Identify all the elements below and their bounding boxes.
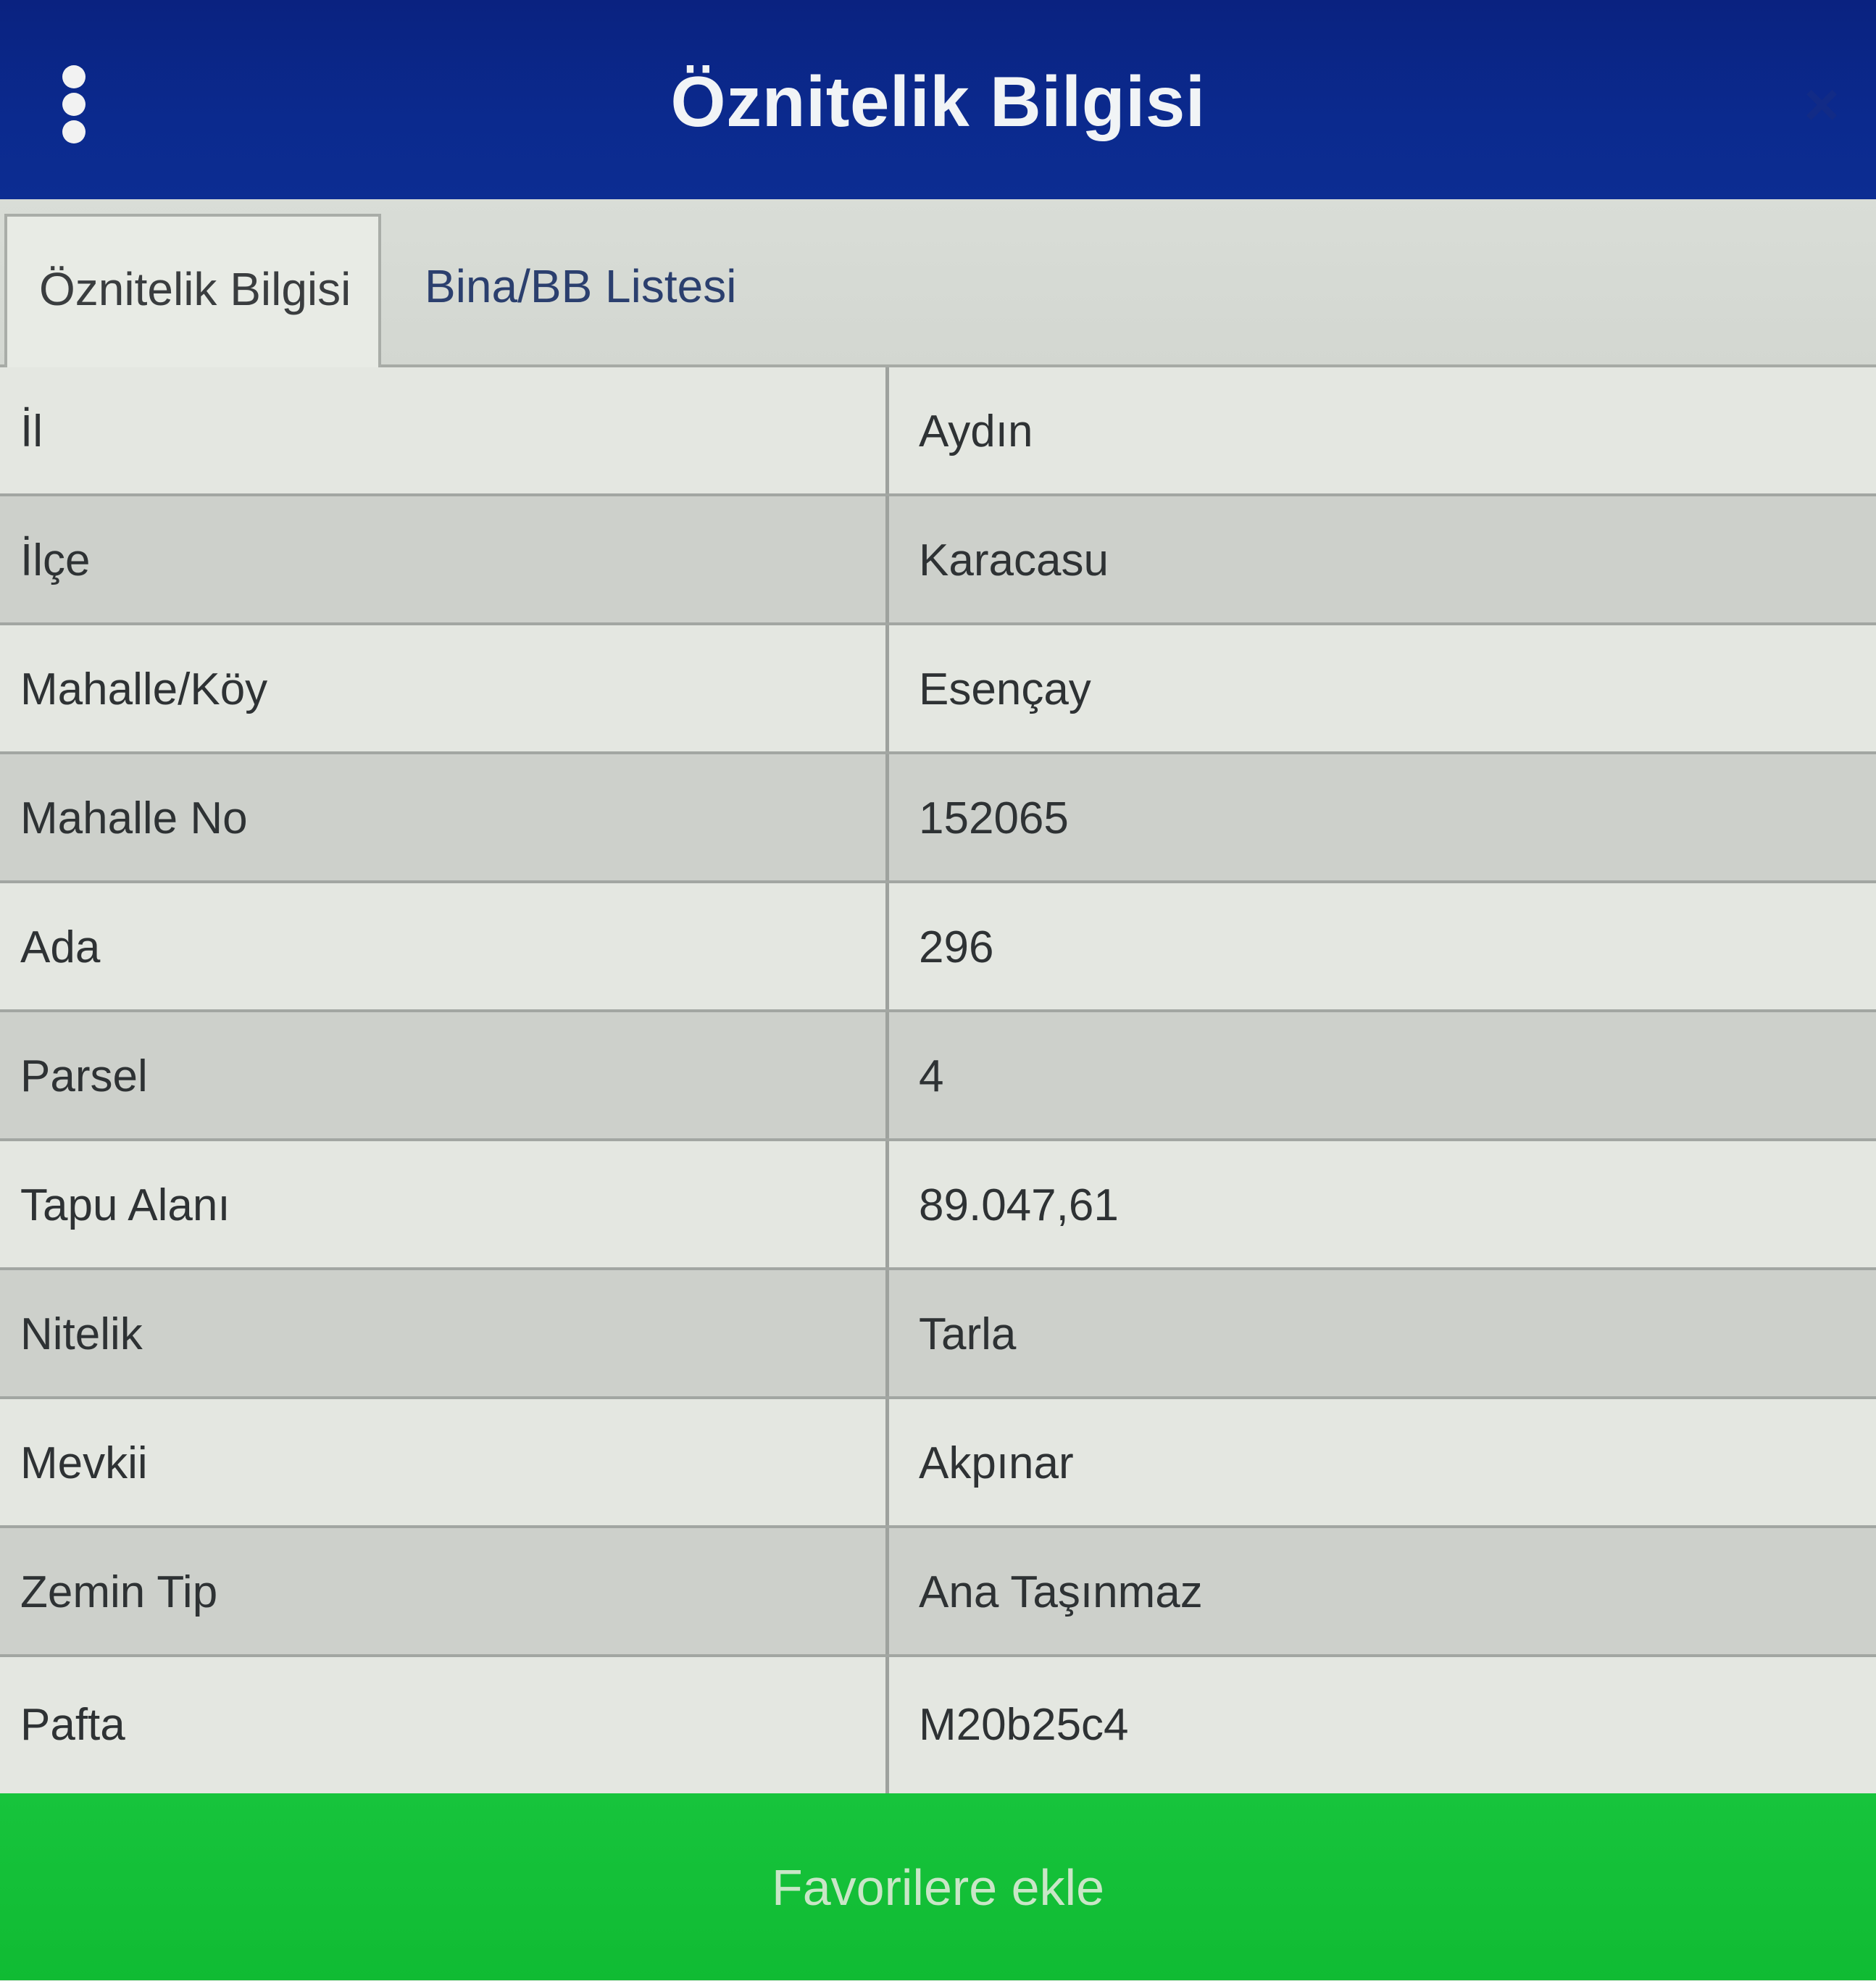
close-icon[interactable]: × (1796, 74, 1848, 135)
table-row: Zemin Tip Ana Taşınmaz (0, 1528, 1876, 1657)
row-label: Ada (20, 922, 101, 972)
column-divider (885, 883, 889, 1009)
row-value: 4 (919, 1051, 944, 1101)
row-value: Esençay (919, 664, 1091, 714)
row-label: Mahalle No (20, 793, 248, 843)
table-row: Pafta M20b25c4 (0, 1657, 1876, 1793)
tab-oznitelik-bilgisi[interactable]: Öznitelik Bilgisi (4, 214, 381, 367)
tab-bina-bb-listesi[interactable]: Bina/BB Listesi (425, 214, 859, 367)
column-divider (885, 367, 889, 493)
column-divider (885, 1141, 889, 1267)
row-label: Mahalle/Köy (20, 664, 268, 714)
add-to-favorites-button[interactable]: Favorilere ekle (0, 1793, 1876, 1980)
table-row: Parsel 4 (0, 1012, 1876, 1141)
row-label: Tapu Alanı (20, 1180, 230, 1230)
table-row: Ada 296 (0, 883, 1876, 1012)
row-value: Karacasu (919, 535, 1109, 585)
table-row: İlçe Karacasu (0, 496, 1876, 625)
row-label: İlçe (20, 535, 91, 585)
dialog-title: Öznitelik Bilgisi (670, 62, 1206, 141)
row-label: Pafta (20, 1700, 125, 1750)
column-divider (885, 754, 889, 880)
row-label: Mevkii (20, 1438, 148, 1488)
row-label: Nitelik (20, 1309, 143, 1359)
row-value: Aydın (919, 406, 1033, 456)
tab-bar: Öznitelik Bilgisi Bina/BB Listesi (0, 199, 1876, 367)
column-divider (885, 1270, 889, 1396)
column-divider (885, 1528, 889, 1654)
row-label: Parsel (20, 1051, 148, 1101)
column-divider (885, 1657, 889, 1793)
table-row: Nitelik Tarla (0, 1270, 1876, 1399)
table-row: Mahalle/Köy Esençay (0, 625, 1876, 754)
row-value: 152065 (919, 793, 1069, 843)
row-value: Tarla (919, 1309, 1017, 1359)
column-divider (885, 1399, 889, 1525)
row-value: 89.047,61 (919, 1180, 1119, 1230)
table-row: Mevkii Akpınar (0, 1399, 1876, 1528)
row-value: 296 (919, 922, 994, 972)
column-divider (885, 1012, 889, 1138)
table-row: Mahalle No 152065 (0, 754, 1876, 883)
table-row: Tapu Alanı 89.047,61 (0, 1141, 1876, 1270)
row-value: Akpınar (919, 1438, 1074, 1488)
row-label: İl (20, 406, 43, 456)
column-divider (885, 496, 889, 622)
table-row: İl Aydın (0, 367, 1876, 496)
row-label: Zemin Tip (20, 1567, 218, 1617)
row-value: M20b25c4 (919, 1700, 1129, 1750)
row-value: Ana Taşınmaz (919, 1567, 1203, 1617)
dialog-header: Öznitelik Bilgisi × (0, 0, 1876, 199)
column-divider (885, 625, 889, 751)
